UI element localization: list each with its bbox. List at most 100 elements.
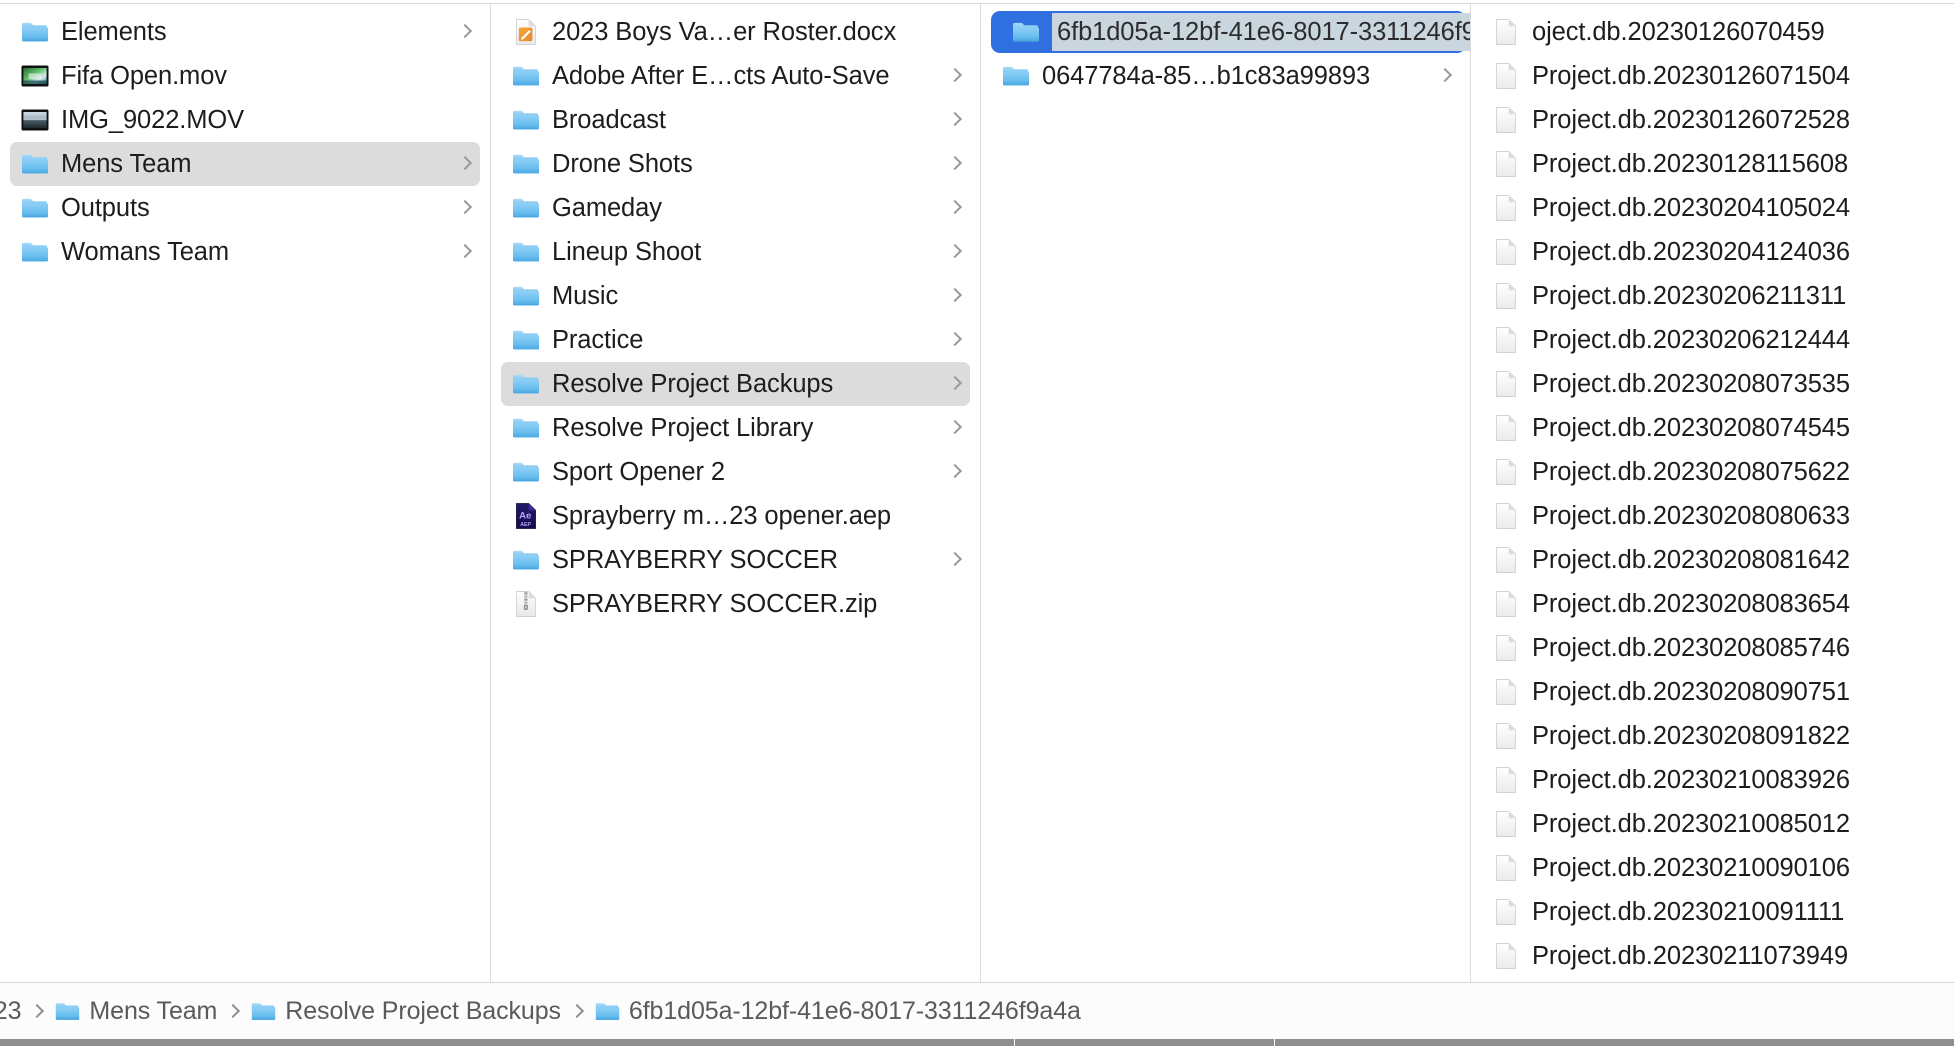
list-item[interactable]: Broadcast (501, 98, 970, 142)
list-item-label: IMG_9022.MOV (61, 106, 245, 134)
breadcrumb-item[interactable]: 6fb1d05a-12bf-41e6-8017-3311246f9a4a (594, 997, 1081, 1026)
list-item-label: 2023 Boys Va…er Roster.docx (552, 18, 897, 46)
list-item[interactable]: Project.db.20230204105024 (1481, 186, 1945, 230)
list-item[interactable]: Outputs (10, 186, 480, 230)
list-item-label: Adobe After E…cts Auto-Save (552, 62, 890, 90)
breadcrumb-item[interactable]: Mens Team (54, 997, 217, 1026)
list-item-label: Drone Shots (552, 150, 693, 178)
list-item[interactable]: 0647784a-85…b1c83a99893 (991, 54, 1460, 98)
chevron-right-icon (1923, 65, 1937, 87)
list-item-label: 0647784a-85…b1c83a99893 (1042, 62, 1371, 90)
list-item[interactable]: Resolve Project Library (501, 406, 970, 450)
list-item[interactable]: Project.db.20230210090106 (1481, 846, 1945, 890)
list-item[interactable]: Project.db.20230208091822 (1481, 714, 1945, 758)
list-item-label: SPRAYBERRY SOCCER.zip (552, 590, 878, 618)
chevron-right-icon (1923, 769, 1937, 791)
list-item[interactable]: Project.db.20230208081642 (1481, 538, 1945, 582)
chevron-right-icon (1923, 549, 1937, 571)
list-item[interactable]: Music (501, 274, 970, 318)
folder-icon (54, 998, 81, 1025)
generic-file-icon (1491, 721, 1521, 751)
list-item[interactable]: 2023 Boys Va…er Roster.docx (501, 10, 970, 54)
chevron-right-icon (948, 153, 962, 175)
list-item[interactable]: IMG_9022.MOV (10, 98, 480, 142)
list-item-label: Broadcast (552, 106, 666, 134)
list-item[interactable]: Project.db.20230208080633 (1481, 494, 1945, 538)
generic-file-icon (1491, 17, 1521, 47)
list-item[interactable]: Womans Team (10, 230, 480, 274)
list-item[interactable]: Project.db.20230210091111 (1481, 890, 1945, 934)
breadcrumb-item[interactable]: Resolve Project Backups (250, 997, 561, 1026)
generic-file-icon (1491, 281, 1521, 311)
list-item[interactable]: Adobe After E…cts Auto-Save (501, 54, 970, 98)
list-item-label: Sprayberry m…23 opener.aep (552, 502, 892, 530)
chevron-right-icon (1923, 197, 1937, 219)
list-item[interactable]: Practice (501, 318, 970, 362)
list-item[interactable]: Project.db.20230206212444 (1481, 318, 1945, 362)
chevron-right-icon (948, 285, 962, 307)
breadcrumb-label: Resolve Project Backups (285, 996, 561, 1025)
breadcrumb-item[interactable]: 023 (0, 996, 22, 1026)
chevron-right-icon (1923, 813, 1937, 835)
list-item[interactable]: Project.db.20230208090751 (1481, 670, 1945, 714)
list-item[interactable]: Project.db.20230204124036 (1481, 230, 1945, 274)
list-item[interactable]: 6fb1d05a-12bf-41e6-8017-3311246f9a4a (991, 10, 1470, 54)
generic-file-icon (1491, 105, 1521, 135)
folder-icon (511, 105, 541, 135)
chevron-right-icon (948, 241, 962, 263)
list-item[interactable]: Mens Team (10, 142, 480, 186)
chevron-right-icon (1923, 329, 1937, 351)
chevron-right-icon (1923, 857, 1937, 879)
folder-icon (1001, 61, 1031, 91)
folder-icon (511, 457, 541, 487)
list-item-label: Practice (552, 326, 644, 354)
list-item[interactable]: Drone Shots (501, 142, 970, 186)
list-item[interactable]: Project.db.20230128115608 (1481, 142, 1945, 186)
chevron-right-icon (948, 505, 962, 527)
generic-file-icon (1491, 457, 1521, 487)
rename-input[interactable]: 6fb1d05a-12bf-41e6-8017-3311246f9a4a (1052, 13, 1470, 51)
list-item[interactable]: Sport Opener 2 (501, 450, 970, 494)
list-item[interactable]: Project.db.20230126071504 (1481, 54, 1945, 98)
list-item[interactable]: Ae AEP Sprayberry m…23 opener.aep (501, 494, 970, 538)
finder-column-view-window: Elements Fifa Open.mov IMG_9022.MOV Mens Te… (0, 0, 1954, 1046)
generic-file-icon (1491, 809, 1521, 839)
list-item[interactable]: Project.db.20230126072528 (1481, 98, 1945, 142)
generic-file-icon (1491, 237, 1521, 267)
chevron-right-icon (948, 197, 962, 219)
list-item-label: Fifa Open.mov (61, 62, 227, 90)
list-item[interactable]: Project.db.20230208074545 (1481, 406, 1945, 450)
movie-file-icon (20, 61, 50, 91)
list-item[interactable]: Project.db.20230208073535 (1481, 362, 1945, 406)
chevron-right-icon (1923, 901, 1937, 923)
folder-icon (20, 193, 50, 223)
list-item[interactable]: Gameday (501, 186, 970, 230)
list-item[interactable]: Lineup Shoot (501, 230, 970, 274)
list-item[interactable]: Project.db.20230206211311 (1481, 274, 1945, 318)
list-item[interactable]: Resolve Project Backups (501, 362, 970, 406)
chevron-right-icon (948, 593, 962, 615)
list-item-label: Project.db.20230208080633 (1532, 502, 1850, 530)
list-item[interactable]: Project.db.20230208083654 (1481, 582, 1945, 626)
docx-file-icon (511, 17, 541, 47)
breadcrumb-label: Mens Team (89, 996, 218, 1025)
list-item[interactable]: Elements (10, 10, 480, 54)
list-item[interactable]: oject.db.20230126070459 (1481, 10, 1945, 54)
breadcrumb-label: 023 (0, 996, 22, 1025)
folder-icon (511, 281, 541, 311)
list-item[interactable]: Project.db.20230211073949 (1481, 934, 1945, 978)
generic-file-icon (1491, 897, 1521, 927)
list-item[interactable]: SPRAYBERRY SOCCER (501, 538, 970, 582)
chevron-right-icon (948, 21, 962, 43)
list-item[interactable]: Project.db.20230208085746 (1481, 626, 1945, 670)
list-item[interactable]: Project.db.20230210083926 (1481, 758, 1945, 802)
list-item-label: Project.db.20230206212444 (1532, 326, 1850, 354)
list-item[interactable]: Fifa Open.mov (10, 54, 480, 98)
list-item[interactable]: SPRAYBERRY SOCCER.zip (501, 582, 970, 626)
chevron-right-icon (1923, 725, 1937, 747)
list-item-label: Project.db.20230210091111 (1532, 898, 1845, 926)
list-item-label: Project.db.20230208075622 (1532, 458, 1850, 486)
list-item[interactable]: Project.db.20230210085012 (1481, 802, 1945, 846)
list-item[interactable]: Project.db.20230208075622 (1481, 450, 1945, 494)
chevron-right-icon (1923, 681, 1937, 703)
